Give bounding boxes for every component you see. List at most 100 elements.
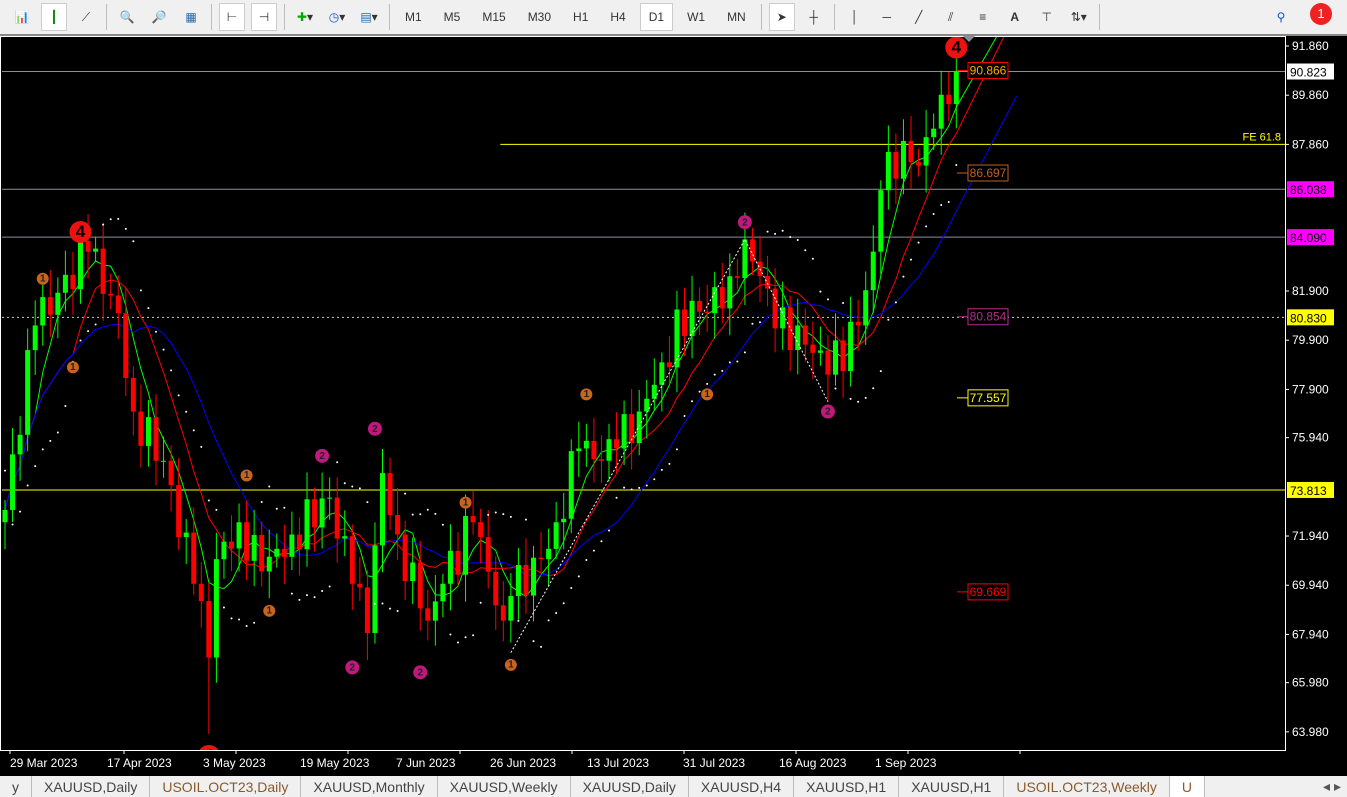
candle-body xyxy=(93,248,99,252)
chart-tab[interactable]: XAUUSD,H1 xyxy=(794,776,900,797)
line-chart-icon[interactable]: ⟋ xyxy=(73,3,99,31)
candle-body xyxy=(598,459,604,461)
timeframe-d1[interactable]: D1 xyxy=(639,3,674,31)
date-label: 16 Aug 2023 xyxy=(779,756,847,770)
zoom-out-icon[interactable]: 🔎 xyxy=(146,3,172,31)
candle-body xyxy=(289,534,295,557)
wave-label: 4 xyxy=(952,37,962,56)
timeframe-w1[interactable]: W1 xyxy=(679,3,713,31)
fibonacci-icon[interactable]: ≡ xyxy=(970,3,996,31)
sar-dot xyxy=(381,602,384,605)
sar-dot xyxy=(638,486,641,489)
sar-dot xyxy=(502,513,505,516)
sar-dot xyxy=(426,508,429,511)
chart-tab[interactable]: U xyxy=(1169,776,1206,797)
candle-body xyxy=(100,248,106,294)
price-tick-label: 77.900 xyxy=(1292,382,1329,396)
candle-body xyxy=(432,601,438,621)
sar-dot xyxy=(147,307,150,310)
text-label-icon[interactable]: ⊤ xyxy=(1034,3,1060,31)
timeframe-m1[interactable]: M1 xyxy=(397,3,430,31)
sar-dot xyxy=(713,373,716,376)
candle-body xyxy=(953,71,959,105)
timeframe-h4[interactable]: H4 xyxy=(602,3,633,31)
chart-shift-icon[interactable]: ⊣ xyxy=(251,3,277,31)
equidistant-channel-icon[interactable]: ⫽ xyxy=(938,3,964,31)
sar-dot xyxy=(834,387,837,390)
sar-dot xyxy=(298,598,301,601)
indicators-icon[interactable]: ✚ ▾ xyxy=(292,3,318,31)
candle-body xyxy=(689,300,695,336)
date-label: 26 Jun 2023 xyxy=(490,756,557,770)
sar-dot xyxy=(87,330,90,333)
wave-label: 2 xyxy=(372,424,378,435)
cursor-icon[interactable]: ➤ xyxy=(768,3,795,31)
chart-tab[interactable]: y xyxy=(0,776,32,797)
chart-tab[interactable]: XAUUSD,Daily xyxy=(571,776,689,797)
candle-body xyxy=(402,534,408,582)
periods-clock-icon[interactable]: ◷ ▾ xyxy=(324,3,350,31)
sar-dot xyxy=(826,298,829,301)
chart-tab[interactable]: USOIL.OCT23,Weekly xyxy=(1004,776,1170,797)
timeframe-m5[interactable]: M5 xyxy=(436,3,469,31)
tile-windows-icon[interactable]: ▦ xyxy=(178,3,204,31)
arrows-icon[interactable]: ⇅▾ xyxy=(1066,3,1092,31)
bar-chart-icon[interactable]: 📊 xyxy=(9,3,35,31)
price-tick-label: 89.860 xyxy=(1292,88,1329,102)
wave-label: 1 xyxy=(40,273,46,284)
candle-body xyxy=(281,548,287,557)
candle-body xyxy=(342,536,348,539)
price-tick-label: 65.980 xyxy=(1292,676,1329,690)
sar-dot xyxy=(328,585,331,588)
chart-tab[interactable]: XAUUSD,Monthly xyxy=(301,776,438,797)
candlestick-icon[interactable]: ┃ xyxy=(41,3,67,31)
timeframe-m30[interactable]: M30 xyxy=(520,3,559,31)
chart-tab[interactable]: XAUUSD,H4 xyxy=(689,776,795,797)
wave-label: 1 xyxy=(266,606,272,617)
sar-dot xyxy=(222,606,225,609)
candle-body xyxy=(85,241,91,252)
price-tick-label: 79.900 xyxy=(1292,333,1329,347)
vertical-line-icon[interactable]: │ xyxy=(842,3,868,31)
sar-dot xyxy=(177,394,180,397)
price-tick-label: 71.940 xyxy=(1292,529,1329,543)
chart-tab[interactable]: XAUUSD,Daily xyxy=(32,776,151,797)
templates-icon[interactable]: ▤ ▾ xyxy=(356,3,382,31)
sar-dot xyxy=(215,508,218,511)
tab-scroll-arrows[interactable]: ◂ ▸ xyxy=(1317,776,1347,797)
zoom-in-icon[interactable]: 🔍 xyxy=(114,3,140,31)
candle-body xyxy=(900,140,906,179)
candle-body xyxy=(848,321,854,372)
candle-body xyxy=(259,534,265,572)
timeframe-mn[interactable]: MN xyxy=(719,3,754,31)
sar-dot xyxy=(464,636,467,639)
sar-dot xyxy=(155,330,157,333)
sar-dot xyxy=(577,575,580,578)
date-label: 29 Mar 2023 xyxy=(10,756,78,770)
chart-tab[interactable]: XAUUSD,Weekly xyxy=(438,776,571,797)
sar-dot xyxy=(336,461,339,464)
axis-price-marker-label: 86.038 xyxy=(1290,183,1327,197)
autoscroll-icon[interactable]: ⊢ xyxy=(219,3,245,31)
search-icon[interactable]: ⚲ xyxy=(1268,3,1294,31)
sar-dot xyxy=(419,513,422,516)
sar-dot xyxy=(404,492,407,495)
trendline-icon[interactable]: ╱ xyxy=(906,3,932,31)
chart-tab[interactable]: USOIL.OCT23,Daily xyxy=(150,776,302,797)
candle-body xyxy=(191,532,197,584)
timeframe-m15[interactable]: M15 xyxy=(474,3,513,31)
crosshair-icon[interactable]: ┼ xyxy=(801,3,827,31)
horizontal-line-icon[interactable]: ─ xyxy=(874,3,900,31)
candle-body xyxy=(523,565,529,596)
chart-tab[interactable]: XAUUSD,H1 xyxy=(899,776,1005,797)
candle-body xyxy=(817,350,823,353)
text-tool-icon[interactable]: A xyxy=(1002,3,1028,31)
candle-body xyxy=(916,162,922,166)
notification-badge[interactable]: 1 xyxy=(1310,3,1332,25)
price-chart[interactable]: FE 61.81111111 1222 22244490.86686.69780.8… xyxy=(0,36,1347,776)
timeframe-h1[interactable]: H1 xyxy=(565,3,596,31)
price-box-value: 77.557 xyxy=(970,391,1007,405)
date-label: 1 Sep 2023 xyxy=(875,756,937,770)
ma-slow-line xyxy=(4,95,1018,577)
candle-body xyxy=(115,295,121,314)
